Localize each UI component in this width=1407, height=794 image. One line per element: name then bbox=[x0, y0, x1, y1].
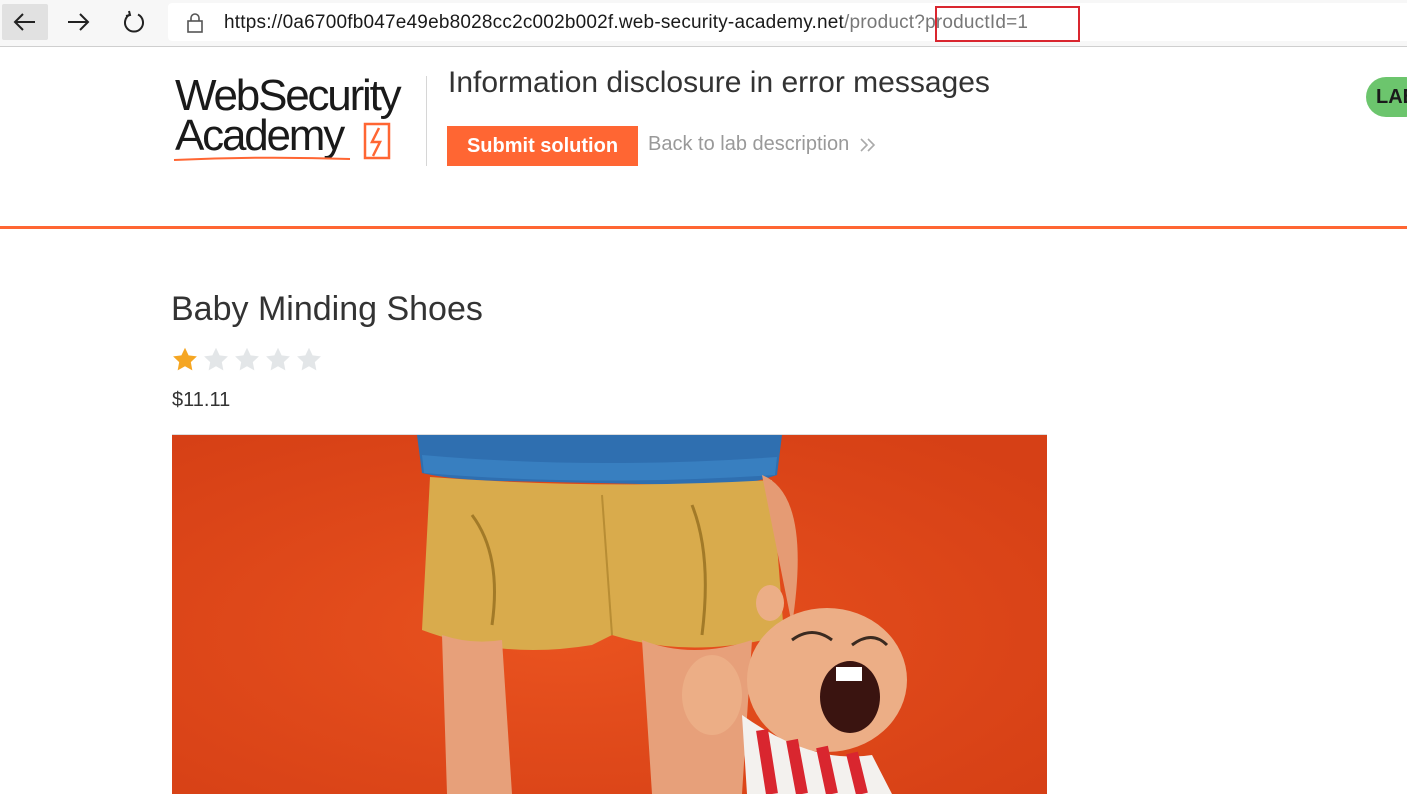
web-security-academy-logo[interactable]: WebSecurity Academy bbox=[172, 72, 422, 164]
arrow-left-icon bbox=[13, 12, 37, 32]
product-title: Baby Minding Shoes bbox=[171, 290, 483, 328]
star-filled-icon bbox=[173, 347, 197, 371]
star-empty-icon bbox=[235, 347, 259, 371]
lab-status-badge: LAB bbox=[1366, 77, 1407, 117]
product-price: $11.11 bbox=[172, 389, 231, 411]
back-link-label: Back to lab description bbox=[648, 133, 850, 155]
star-empty-icon bbox=[297, 347, 321, 371]
rating-stars bbox=[171, 346, 323, 374]
reload-icon bbox=[122, 10, 146, 34]
url-path: /product bbox=[844, 12, 915, 33]
logo-underline bbox=[173, 156, 351, 161]
back-button[interactable] bbox=[2, 4, 48, 40]
lock-icon bbox=[186, 12, 204, 39]
url-text[interactable]: https://0a6700fb047e49eb8028cc2c002b002f… bbox=[224, 12, 1028, 34]
product-image bbox=[172, 434, 1047, 794]
submit-solution-button[interactable]: Submit solution bbox=[447, 126, 638, 166]
logo-line2: Academy bbox=[175, 111, 345, 160]
query-highlight-box bbox=[935, 6, 1080, 42]
star-empty-icon bbox=[204, 347, 228, 371]
double-chevron-right-icon bbox=[860, 137, 876, 152]
lab-title: Information disclosure in error messages bbox=[448, 66, 990, 99]
star-empty-icon bbox=[266, 347, 290, 371]
header-orange-rule bbox=[0, 226, 1407, 229]
back-to-lab-description-link[interactable]: Back to lab description bbox=[648, 133, 877, 156]
url-base: https://0a6700fb047e49eb8028cc2c002b002f… bbox=[224, 12, 845, 33]
arrow-right-icon bbox=[66, 12, 90, 32]
logo-bolt-icon bbox=[363, 122, 391, 160]
forward-button[interactable] bbox=[56, 4, 100, 40]
header-divider bbox=[426, 76, 427, 166]
address-bar[interactable]: https://0a6700fb047e49eb8028cc2c002b002f… bbox=[168, 3, 1407, 41]
browser-toolbar: https://0a6700fb047e49eb8028cc2c002b002f… bbox=[0, 0, 1407, 47]
reload-button[interactable] bbox=[112, 4, 156, 40]
